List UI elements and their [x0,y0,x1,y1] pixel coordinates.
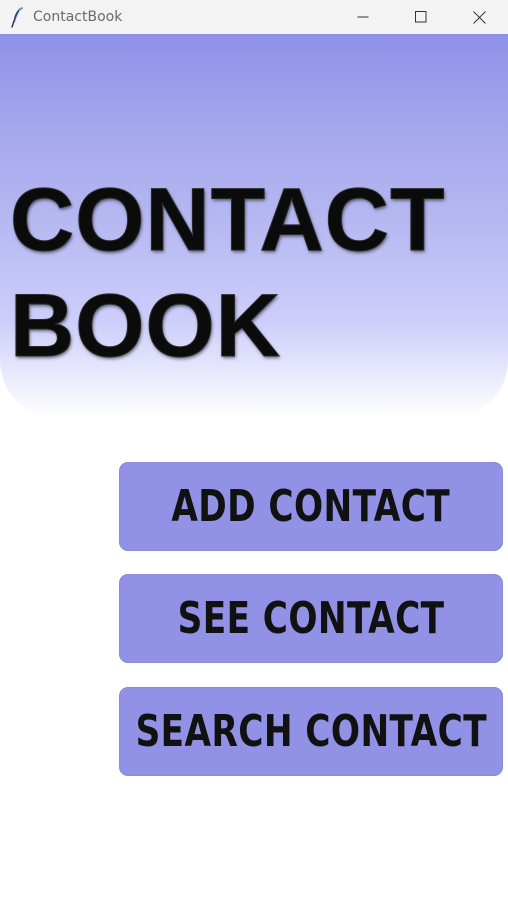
heading-line-book: BOOK [10,275,281,376]
see-contact-button[interactable]: SEE CONTACT [119,574,503,663]
maximize-icon [415,11,427,23]
close-icon [472,10,486,24]
app-heading: CONTACT BOOK [9,166,446,378]
add-contact-button[interactable]: ADD CONTACT [119,462,503,551]
window-title: ContactBook [33,9,123,25]
app-window: ContactBook CONTACT BOOK ADD CONTACT SEE [0,0,508,922]
minimize-button[interactable] [334,0,392,34]
title-bar[interactable]: ContactBook [0,0,508,34]
minimize-icon [357,16,369,18]
feather-icon [11,6,23,28]
search-contact-button[interactable]: SEARCH CONTACT [119,687,503,776]
maximize-button[interactable] [392,0,450,34]
close-button[interactable] [450,0,508,34]
header-banner: CONTACT BOOK [0,34,508,418]
search-contact-label: SEARCH CONTACT [135,706,487,757]
see-contact-label: SEE CONTACT [177,593,445,644]
heading-line-contact: CONTACT [9,169,446,270]
add-contact-label: ADD CONTACT [171,481,451,532]
